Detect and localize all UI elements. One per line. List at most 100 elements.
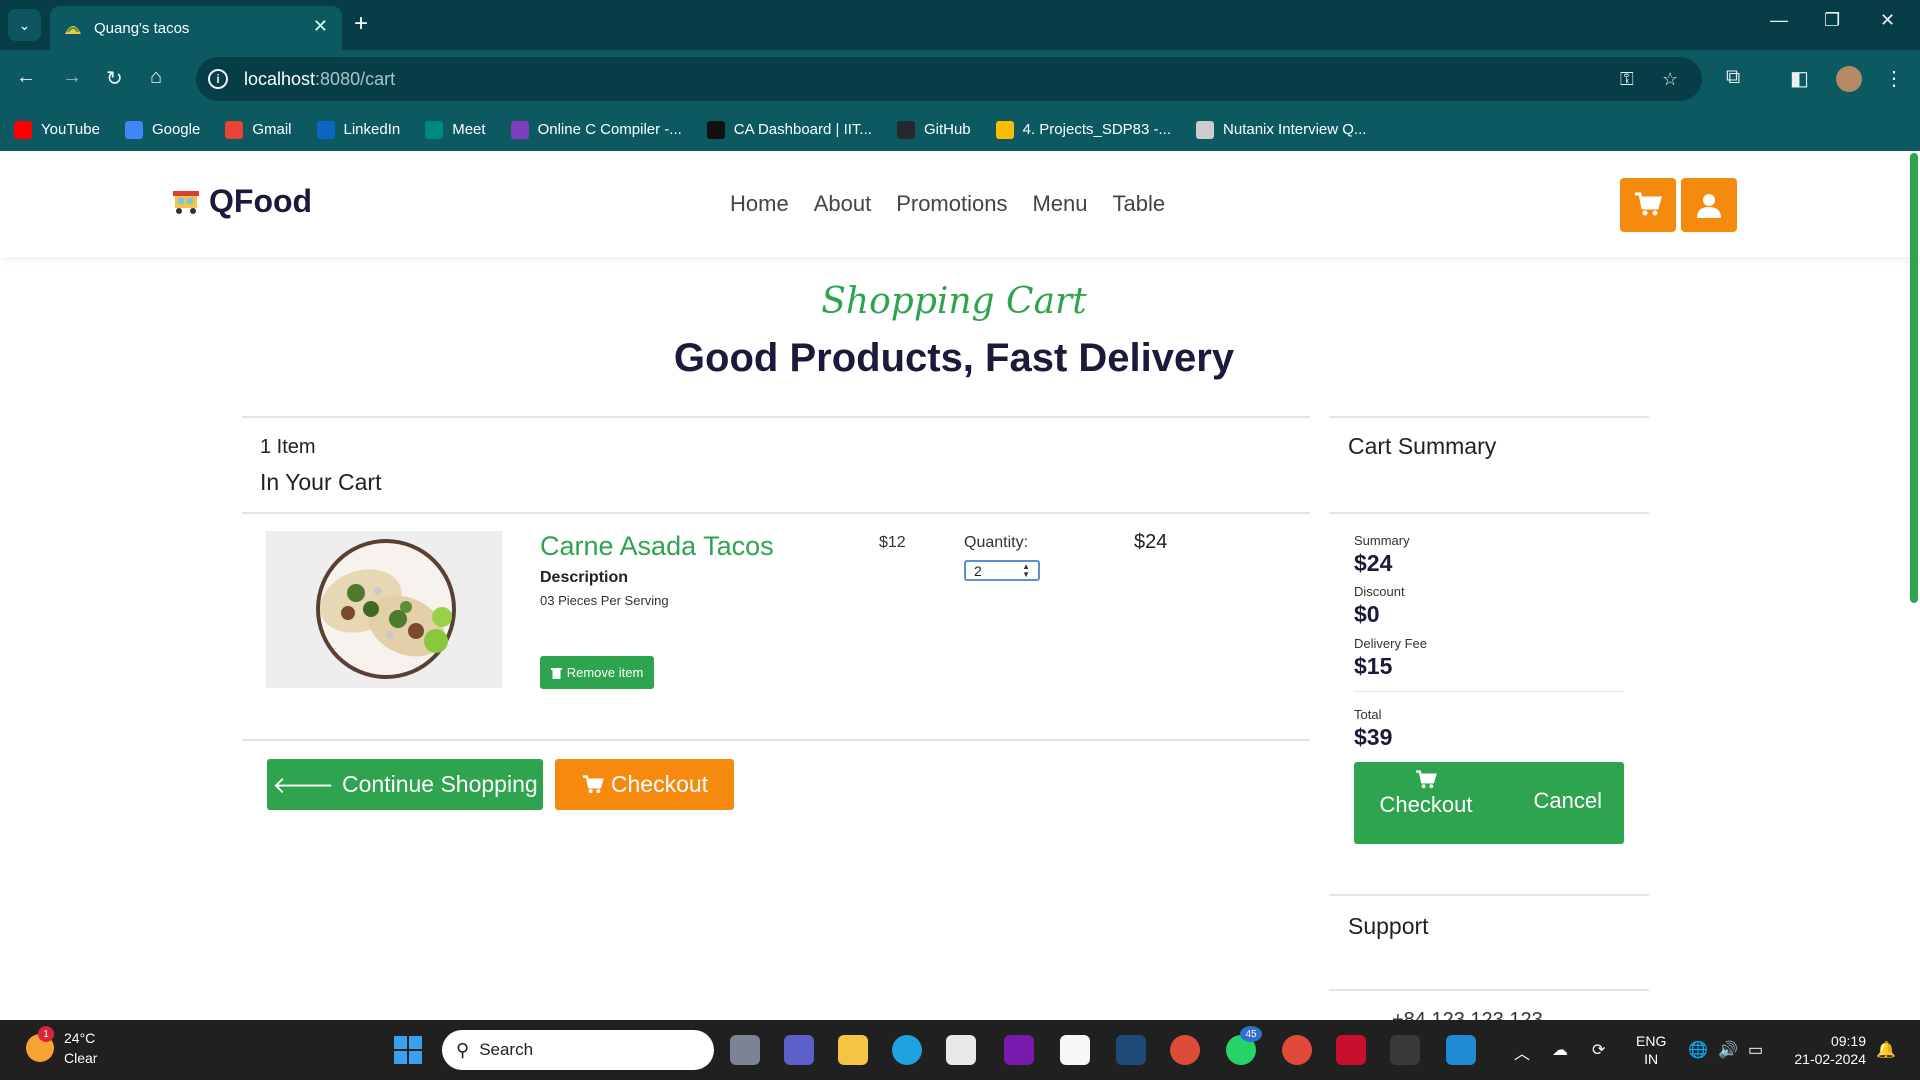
vscode-icon[interactable] (1446, 1035, 1476, 1065)
quantity-stepper[interactable]: 2 ▲ ▼ (964, 560, 1040, 581)
total-value: $39 (1354, 724, 1393, 750)
close-window-button[interactable]: ✕ (1880, 10, 1895, 31)
sync-icon[interactable]: ⟳ (1592, 1040, 1605, 1060)
battery-icon[interactable]: ▭ (1748, 1040, 1763, 1060)
onedrive-icon[interactable]: ☁ (1552, 1040, 1568, 1060)
user-icon (1697, 194, 1721, 218)
bookmark-item[interactable]: LinkedIn (316, 120, 401, 139)
scrollbar-thumb[interactable] (1910, 153, 1918, 603)
nav-menu[interactable]: Menu (1032, 191, 1087, 217)
divider (1329, 894, 1649, 896)
spin-arrows-icon[interactable]: ▲ ▼ (1022, 563, 1030, 579)
nav-about[interactable]: About (814, 191, 872, 217)
volume-icon[interactable]: 🔊 (1718, 1040, 1738, 1060)
weather-condition[interactable]: Clear (64, 1050, 97, 1066)
header-user-button[interactable] (1681, 178, 1737, 232)
bookmark-item[interactable]: GitHub (896, 120, 971, 139)
address-bar[interactable]: i localhost:8080/cart ⚿ ☆ (196, 57, 1702, 101)
browser-tab[interactable]: Quang's tacos ✕ (50, 6, 342, 50)
divider (1329, 989, 1649, 991)
forward-icon[interactable]: → (62, 66, 82, 89)
store-icon[interactable] (946, 1035, 976, 1065)
weather-temperature[interactable]: 24°C (64, 1030, 95, 1046)
windows-start-icon[interactable] (394, 1036, 422, 1064)
teams-icon[interactable] (784, 1035, 814, 1065)
nav-table[interactable]: Table (1113, 191, 1166, 217)
bookmark-item[interactable]: YouTube (14, 120, 100, 139)
bookmark-star-icon[interactable]: ☆ (1662, 69, 1678, 90)
clock-time: 09:19 (1830, 1033, 1866, 1049)
nav-promotions[interactable]: Promotions (896, 191, 1007, 217)
site-info-icon[interactable]: i (208, 69, 228, 89)
description-label: Description (540, 569, 629, 586)
system-clock[interactable]: 09:19 21-02-2024 (1786, 1032, 1866, 1068)
cancel-button[interactable]: Cancel (1534, 788, 1602, 814)
restore-button[interactable]: ❐ (1824, 10, 1840, 31)
moodle-icon[interactable] (1060, 1035, 1090, 1065)
minimize-button[interactable]: — (1770, 10, 1788, 31)
header-cart-button[interactable] (1620, 178, 1676, 232)
bookmark-item[interactable]: Meet (425, 120, 486, 139)
back-icon[interactable]: ← (16, 66, 36, 89)
notification-bell-icon[interactable]: 🔔 (1876, 1040, 1896, 1060)
bookmark-item[interactable]: Google (124, 120, 201, 139)
nav-home[interactable]: Home (730, 191, 789, 217)
weather-badge: 1 (38, 1026, 54, 1042)
bookmark-item[interactable]: Online C Compiler -... (510, 120, 682, 139)
extensions-icon[interactable]: ⧉ (1726, 66, 1740, 89)
checkout-button[interactable]: Checkout (555, 759, 734, 810)
bookmark-item[interactable]: 4. Projects_SDP83 -... (995, 120, 1171, 139)
divider (1354, 691, 1624, 692)
trash-icon (550, 667, 562, 679)
onenote-icon[interactable] (1004, 1035, 1034, 1065)
linkedin-icon (316, 120, 335, 139)
chevron-up-icon[interactable]: ︿ (1514, 1040, 1530, 1064)
chrome-icon[interactable] (1170, 1035, 1200, 1065)
remove-item-button[interactable]: Remove item (540, 656, 654, 689)
terminal-icon[interactable] (1390, 1035, 1420, 1065)
taskbar-search[interactable]: ⚲ Search (442, 1030, 714, 1070)
tab-close-icon[interactable]: ✕ (313, 16, 328, 37)
summary-checkout-label: Checkout (1379, 792, 1473, 817)
gmail-icon (225, 120, 244, 139)
item-name[interactable]: Carne Asada Tacos (540, 531, 774, 562)
browser-menu-icon[interactable]: ⋮ (1884, 66, 1904, 91)
tab-search-button[interactable]: ⌄ (8, 9, 41, 41)
profile-avatar[interactable] (1836, 66, 1862, 92)
delivery-fee-label: Delivery Fee (1354, 636, 1427, 651)
home-icon[interactable]: ⌂ (150, 66, 162, 89)
bookmark-item[interactable]: Gmail (225, 120, 292, 139)
summary-checkout-button[interactable]: Checkout (1378, 770, 1474, 818)
site-header: QFood Home About Promotions Menu Table (0, 151, 1920, 257)
mysql-workbench-icon[interactable] (1116, 1035, 1146, 1065)
task-view-icon[interactable] (730, 1035, 760, 1065)
file-explorer-icon[interactable] (838, 1035, 868, 1065)
continue-shopping-button[interactable]: 🡐 Continue Shopping (267, 759, 543, 810)
mcafee-icon[interactable] (1336, 1035, 1366, 1065)
side-panel-icon[interactable]: ◧ (1790, 66, 1809, 91)
site-logo[interactable]: QFood (171, 183, 312, 220)
reload-icon[interactable]: ↻ (106, 66, 123, 91)
bookmark-label: Online C Compiler -... (537, 121, 682, 138)
edge-icon[interactable] (892, 1035, 922, 1065)
url-text[interactable]: localhost:8080/cart (244, 69, 395, 90)
summary-value: $24 (1354, 550, 1393, 576)
bookmark-label: Meet (452, 121, 486, 138)
bookmark-label: Google (151, 121, 201, 138)
checkout-label: Checkout (610, 771, 709, 797)
password-key-icon[interactable]: ⚿ (1620, 69, 1634, 90)
bookmark-label: LinkedIn (343, 121, 401, 138)
language-indicator[interactable]: ENG IN (1636, 1032, 1666, 1068)
meet-icon (425, 120, 444, 139)
continue-shopping-label: Continue Shopping (342, 771, 538, 797)
bookmark-item[interactable]: Nutanix Interview Q... (1196, 120, 1366, 139)
support-phone[interactable]: +84 123 123 123 (1392, 1009, 1543, 1020)
bookmark-label: CA Dashboard | IIT... (733, 121, 872, 138)
main-nav: Home About Promotions Menu Table (730, 191, 1190, 217)
delivery-fee-value: $15 (1354, 653, 1393, 679)
new-tab-button[interactable]: + (354, 10, 368, 38)
chrome-profile-icon[interactable] (1282, 1035, 1312, 1065)
bookmark-item[interactable]: CA Dashboard | IIT... (706, 120, 872, 139)
network-globe-icon[interactable]: 🌐 (1688, 1040, 1708, 1060)
cart-icon (582, 774, 604, 793)
